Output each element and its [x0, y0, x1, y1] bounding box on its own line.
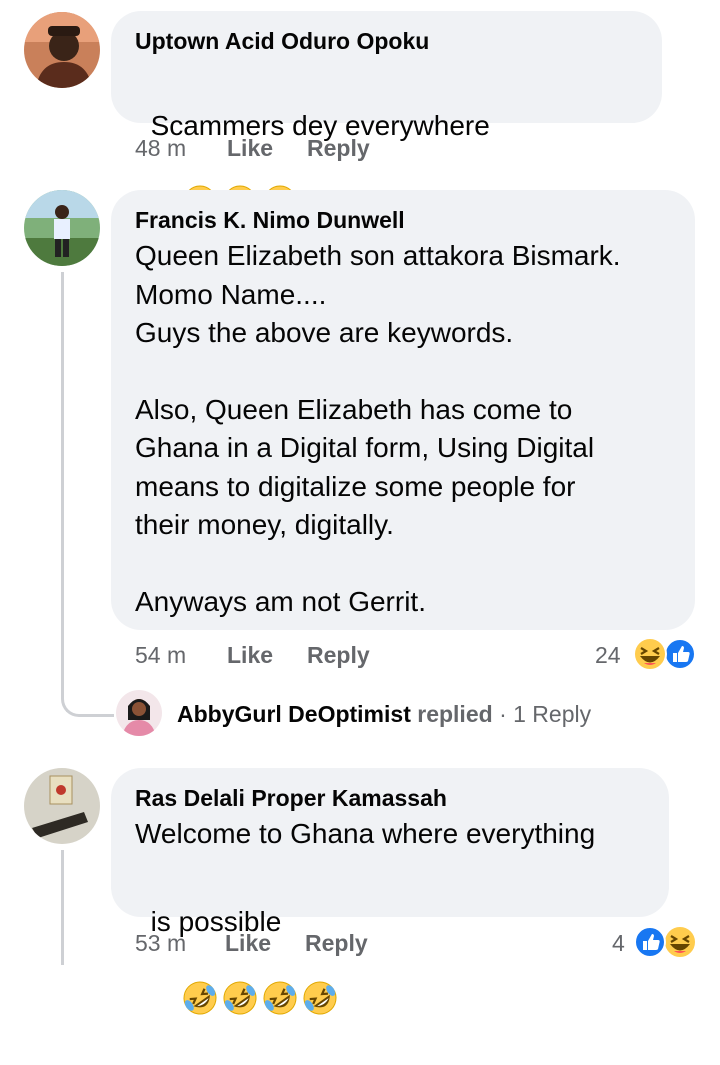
reply-button[interactable]: Reply: [307, 135, 370, 162]
reactions[interactable]: [632, 924, 698, 965]
reactions[interactable]: [632, 636, 698, 677]
avatar[interactable]: [24, 190, 100, 266]
timestamp[interactable]: 48 m: [135, 135, 186, 162]
avatar[interactable]: [24, 12, 100, 88]
comment-author[interactable]: Francis K. Nimo Dunwell: [135, 207, 405, 234]
like-button[interactable]: Like: [225, 930, 271, 957]
reply-count: 1 Reply: [513, 701, 592, 727]
like-button[interactable]: Like: [227, 642, 273, 669]
like-reaction-icon: [634, 926, 666, 958]
comment-line: Welcome to Ghana where everything: [135, 818, 596, 849]
thread-line: [61, 272, 64, 697]
reply-button[interactable]: Reply: [307, 642, 370, 669]
comment-line: Anyways am not Gerrit.: [135, 586, 426, 617]
haha-reaction-icon: [633, 637, 667, 671]
like-button[interactable]: Like: [227, 135, 273, 162]
rofl-emoji-icon: [151, 941, 344, 1065]
haha-reaction-icon: [663, 925, 697, 959]
replied-label: replied: [417, 701, 493, 727]
view-replies-link[interactable]: AbbyGurl DeOptimist replied · 1 Reply: [177, 701, 591, 728]
comment-line: Ghana in a Digital form, Using Digital: [135, 432, 595, 463]
avatar[interactable]: [116, 690, 162, 736]
comment-line: Guys the above are keywords.: [135, 317, 514, 348]
reply-author: AbbyGurl DeOptimist: [177, 701, 411, 727]
avatar[interactable]: [24, 768, 100, 844]
comment-line: Also, Queen Elizabeth has come to: [135, 394, 573, 425]
comment-text: is possible: [135, 864, 344, 1065]
reaction-count[interactable]: 24: [595, 642, 621, 669]
timestamp[interactable]: 53 m: [135, 930, 186, 957]
thread-connector: [61, 694, 114, 717]
like-reaction-icon: [664, 638, 696, 670]
reply-button[interactable]: Reply: [305, 930, 368, 957]
comment-line: their money, digitally.: [135, 509, 394, 540]
reaction-count[interactable]: 4: [612, 930, 625, 957]
comment-author[interactable]: Ras Delali Proper Kamassah: [135, 785, 447, 812]
comment-line: Queen Elizabeth son attakora Bismark.: [135, 240, 621, 271]
comment-author[interactable]: Uptown Acid Oduro Opoku: [135, 28, 429, 55]
separator: ·: [499, 701, 507, 727]
thread-line: [61, 850, 64, 965]
timestamp[interactable]: 54 m: [135, 642, 186, 669]
comment-line: Momo Name....: [135, 279, 327, 310]
comment-line: means to digitalize some people for: [135, 471, 576, 502]
